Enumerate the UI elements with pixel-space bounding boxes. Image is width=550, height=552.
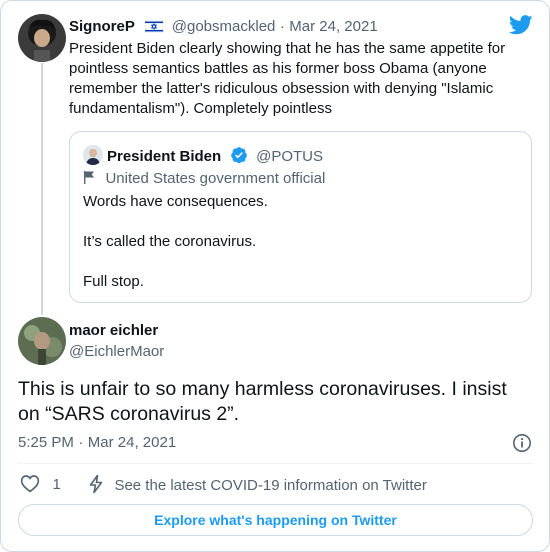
twitter-bird-icon[interactable] [508, 15, 533, 40]
like-button[interactable]: 1 [20, 474, 61, 498]
separator: · [279, 18, 285, 35]
avatar-signorep[interactable] [18, 14, 66, 62]
quoted-handle[interactable]: @POTUS [256, 148, 323, 165]
divider [18, 463, 533, 464]
covid-info-link[interactable]: See the latest COVID-19 information on T… [88, 474, 427, 499]
like-count: 1 [52, 476, 61, 493]
main-timestamp[interactable]: 5:25 PM · Mar 24, 2021 [18, 434, 176, 452]
main-text-line: on “SARS coronavirus 2”. [18, 403, 240, 425]
heart-icon [20, 474, 40, 498]
quoted-text-line: It’s called the coronavirus. [83, 233, 257, 250]
embedded-tweet-card: SignoreP @gobsmackled · Mar 24, 2021 Pre… [0, 0, 550, 552]
top-tweet-text: President Biden clearly showing that he … [69, 39, 505, 119]
info-icon[interactable] [512, 433, 532, 458]
thread-line [41, 63, 43, 315]
quoted-text-line: Words have consequences. [83, 193, 268, 210]
handle[interactable]: @gobsmackled [172, 18, 276, 35]
quoted-header: President Biden @POTUS [107, 146, 323, 169]
avatar-maor[interactable] [18, 317, 66, 365]
quoted-text-line: Full stop. [83, 273, 144, 290]
text-line: fundamentalism"). Completely pointless [69, 100, 332, 117]
text-line: pointless semantics battles as his forme… [69, 60, 487, 77]
government-label[interactable]: United States government official [83, 170, 325, 189]
text-line: President Biden clearly showing that he … [69, 40, 506, 57]
avatar-potus[interactable] [83, 145, 103, 165]
lightning-icon [88, 474, 104, 499]
top-tweet-header: SignoreP @gobsmackled · Mar 24, 2021 [69, 18, 378, 38]
display-name[interactable]: SignoreP [69, 18, 135, 35]
government-label-text: United States government official [105, 170, 326, 187]
separator: · [78, 434, 84, 451]
time: 5:25 PM [18, 434, 74, 451]
timestamp[interactable]: Mar 24, 2021 [289, 18, 377, 35]
israel-flag-icon [145, 19, 164, 38]
date: Mar 24, 2021 [87, 434, 177, 451]
text-line: remember the latter's ridiculous obsessi… [69, 80, 494, 97]
main-display-name[interactable]: maor eichler [69, 322, 158, 339]
main-handle[interactable]: @EichlerMaor [69, 343, 164, 360]
verified-badge-icon [230, 146, 248, 169]
covid-info-text: See the latest COVID-19 information on T… [114, 477, 427, 494]
quoted-display-name[interactable]: President Biden [107, 148, 221, 165]
flag-icon [83, 170, 95, 189]
explore-button[interactable]: Explore what's happening on Twitter [18, 504, 533, 536]
main-text-line: This is unfair to so many harmless coron… [18, 378, 507, 400]
quoted-tweet[interactable]: President Biden @POTUS United States gov… [69, 131, 532, 303]
